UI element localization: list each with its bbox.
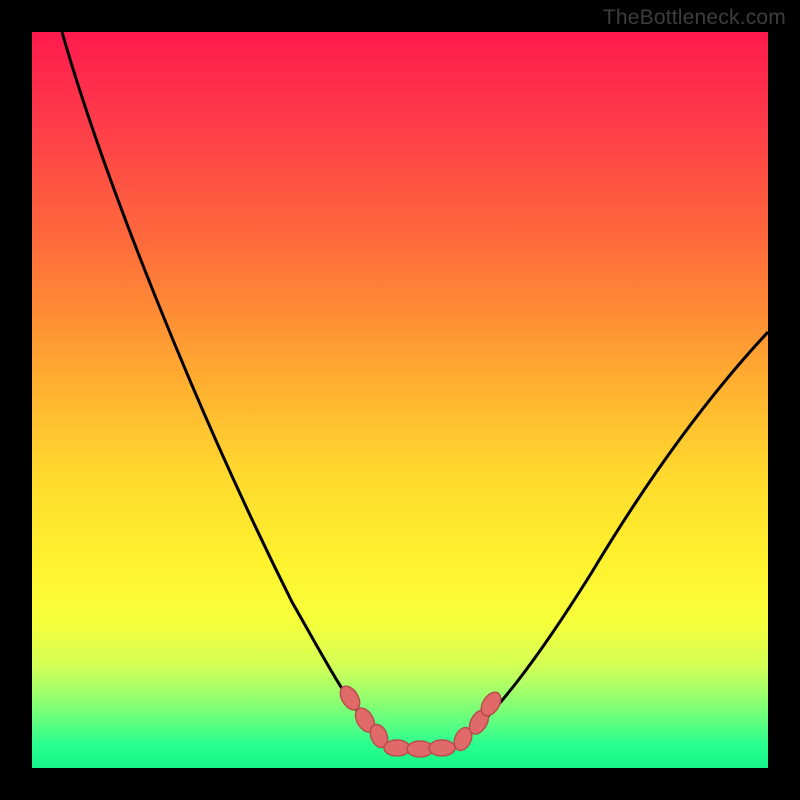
marker bbox=[429, 740, 455, 756]
marker bbox=[384, 740, 410, 756]
watermark-text: TheBottleneck.com bbox=[603, 6, 786, 30]
marker-group bbox=[336, 683, 504, 757]
plot-area bbox=[32, 32, 768, 768]
curve-right bbox=[452, 332, 768, 748]
outer-frame: TheBottleneck.com bbox=[0, 0, 800, 800]
bottleneck-curve bbox=[32, 32, 768, 768]
curve-left bbox=[62, 32, 392, 748]
